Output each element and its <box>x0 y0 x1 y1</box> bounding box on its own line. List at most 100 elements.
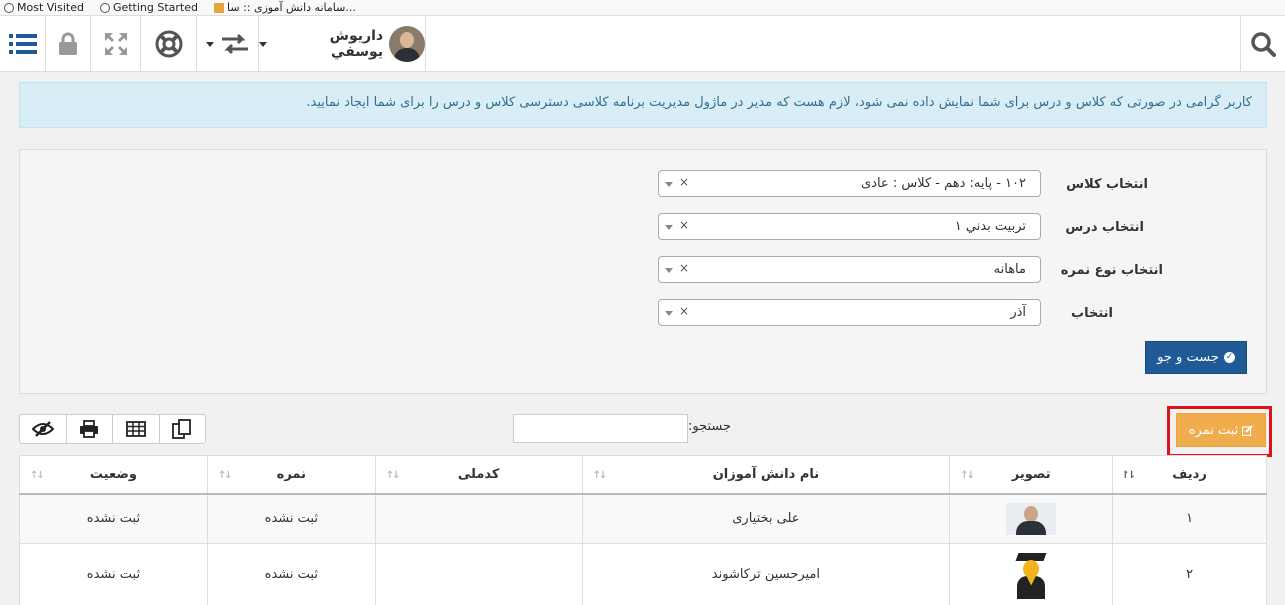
header-status[interactable]: وضعيت ↓↑ <box>19 455 208 495</box>
table-header-row: رديف ⇂↾ تصوير ↓↑ نام دانش آموزان ↓↑ کدمل… <box>19 455 1267 495</box>
class-select-value: ۱۰۲ - پایه: دهم - کلاس : عادی <box>861 176 1026 191</box>
sort-icon: ↓↑ <box>30 470 45 481</box>
gear-icon <box>4 2 14 13</box>
cell-national-code <box>374 543 583 605</box>
transfer-icon <box>221 33 248 55</box>
grade-type-select[interactable]: ماهانه × <box>658 256 1041 283</box>
bookmark-school-system[interactable]: سامانه دانش آموزی :: سا... <box>214 1 356 14</box>
menu-icon <box>8 34 37 54</box>
header-row-number[interactable]: رديف ⇂↾ <box>1112 455 1267 495</box>
lesson-select[interactable]: تربيت بدني ۱ × <box>658 213 1041 240</box>
clear-icon[interactable]: × <box>679 261 689 275</box>
clear-icon[interactable]: × <box>679 218 689 232</box>
table-search-label: جستجو: <box>688 419 732 434</box>
edit-icon <box>1242 424 1253 436</box>
user-menu[interactable]: داريوش يوسفي <box>259 16 426 72</box>
cell-student-name: علی بختیاری <box>581 493 951 544</box>
class-select[interactable]: ۱۰۲ - پایه: دهم - کلاس : عادی × <box>658 170 1041 197</box>
bookmark-label: سامانه دانش آموزی :: سا... <box>227 1 356 14</box>
copy-icon <box>172 419 192 439</box>
avatar <box>389 26 425 62</box>
chevron-down-icon <box>665 182 673 187</box>
copy-button[interactable] <box>160 415 206 443</box>
bookmark-most-visited[interactable]: Most Visited <box>4 1 84 14</box>
graduate-avatar-icon <box>1013 551 1049 599</box>
chevron-down-icon <box>665 311 673 316</box>
chevron-down-icon <box>205 41 214 47</box>
bookmark-icon <box>214 2 224 13</box>
cell-national-code <box>374 493 583 544</box>
chevron-down-icon <box>259 41 267 47</box>
fullscreen-icon <box>104 33 127 55</box>
register-grade-button[interactable]: ثبت نمره <box>1176 413 1266 447</box>
cell-grade: ثبت نشده <box>206 543 376 605</box>
cell-status: ثبت نشده <box>19 493 208 544</box>
header-label: وضعيت <box>89 466 137 482</box>
clear-icon[interactable]: × <box>679 304 689 318</box>
user-name: داريوش يوسفي <box>329 28 384 60</box>
bookmark-label: Most Visited <box>17 1 84 14</box>
header-photo[interactable]: تصوير ↓↑ <box>949 455 1114 495</box>
table-row: ۱ علی بختیاری ثبت نشده ثبت نشده <box>19 493 1267 544</box>
globe-icon <box>99 2 110 13</box>
search-submit-button[interactable]: ✓ جست و جو <box>1145 341 1247 374</box>
month-label: انتخاب <box>1071 306 1113 321</box>
app-top-bar: داريوش يوسفي <box>0 16 1285 72</box>
table-row: ۲ امیرحسین ترکاشوند ثبت نشده ثبت نشده <box>19 543 1267 605</box>
clear-icon[interactable]: × <box>679 175 689 189</box>
header-grade[interactable]: نمره ↓↑ <box>206 455 376 495</box>
month-select[interactable]: آذر × <box>658 299 1041 326</box>
cell-grade: ثبت نشده <box>206 493 376 544</box>
header-student-name[interactable]: نام دانش آموزان ↓↑ <box>581 455 951 495</box>
cell-row-number: ۲ <box>1112 543 1267 605</box>
export-button-group <box>19 414 206 444</box>
sort-icon: ↓↑ <box>217 470 233 481</box>
students-table: رديف ⇂↾ تصوير ↓↑ نام دانش آموزان ↓↑ کدمل… <box>19 455 1267 605</box>
sort-icon: ⇂↾ <box>1121 470 1136 481</box>
search-icon <box>1251 32 1276 57</box>
chevron-down-icon <box>665 225 673 230</box>
table-search-input[interactable] <box>513 414 688 443</box>
column-visibility-button[interactable] <box>20 415 67 443</box>
header-label: تصوير <box>1011 466 1051 482</box>
sort-icon: ↓↑ <box>960 470 975 481</box>
bookmark-getting-started[interactable]: Getting Started <box>99 1 198 14</box>
cell-status: ثبت نشده <box>19 543 208 605</box>
header-label: رديف <box>1172 466 1207 482</box>
table-icon <box>125 421 146 437</box>
bookmarks-bar: Most Visited Getting Started سامانه دانش… <box>0 0 1285 16</box>
lesson-label: انتخاب درس <box>1065 220 1144 235</box>
sort-icon: ↓↑ <box>385 470 401 481</box>
lock-button[interactable] <box>46 16 91 72</box>
header-label: نام دانش آموزان <box>712 466 820 482</box>
switch-role-button[interactable] <box>197 16 259 72</box>
menu-button[interactable] <box>0 16 46 72</box>
sort-icon: ↓↑ <box>592 470 608 481</box>
excel-export-button[interactable] <box>113 415 160 443</box>
bookmark-label: Getting Started <box>112 1 198 14</box>
register-button-label: ثبت نمره <box>1188 422 1239 438</box>
search-button-label: جست و جو <box>1157 350 1219 365</box>
check-circle-icon: ✓ <box>1223 352 1235 363</box>
print-button[interactable] <box>67 415 113 443</box>
cell-photo <box>949 543 1114 605</box>
search-button[interactable] <box>1240 16 1285 72</box>
help-button[interactable] <box>141 16 197 72</box>
header-national-code[interactable]: کدملی ↓↑ <box>374 455 583 495</box>
fullscreen-button[interactable] <box>91 16 141 72</box>
cell-photo <box>949 493 1114 544</box>
student-photo <box>1006 502 1057 535</box>
header-label: نمره <box>276 466 306 482</box>
month-select-value: آذر <box>1010 305 1026 320</box>
cell-row-number: ۱ <box>1112 493 1267 544</box>
alert-text: کاربر گرامی در صورتی که کلاس و درس برای … <box>306 95 1252 110</box>
eye-slash-icon <box>31 421 54 437</box>
lesson-select-value: تربيت بدني ۱ <box>954 219 1026 234</box>
chevron-down-icon <box>665 268 673 273</box>
lock-icon <box>59 32 77 55</box>
header-label: کدملی <box>457 466 500 482</box>
grade-type-select-value: ماهانه <box>993 262 1026 277</box>
print-icon <box>80 420 99 438</box>
lifebuoy-icon <box>155 30 182 58</box>
info-alert: کاربر گرامی در صورتی که کلاس و درس برای … <box>19 82 1267 128</box>
